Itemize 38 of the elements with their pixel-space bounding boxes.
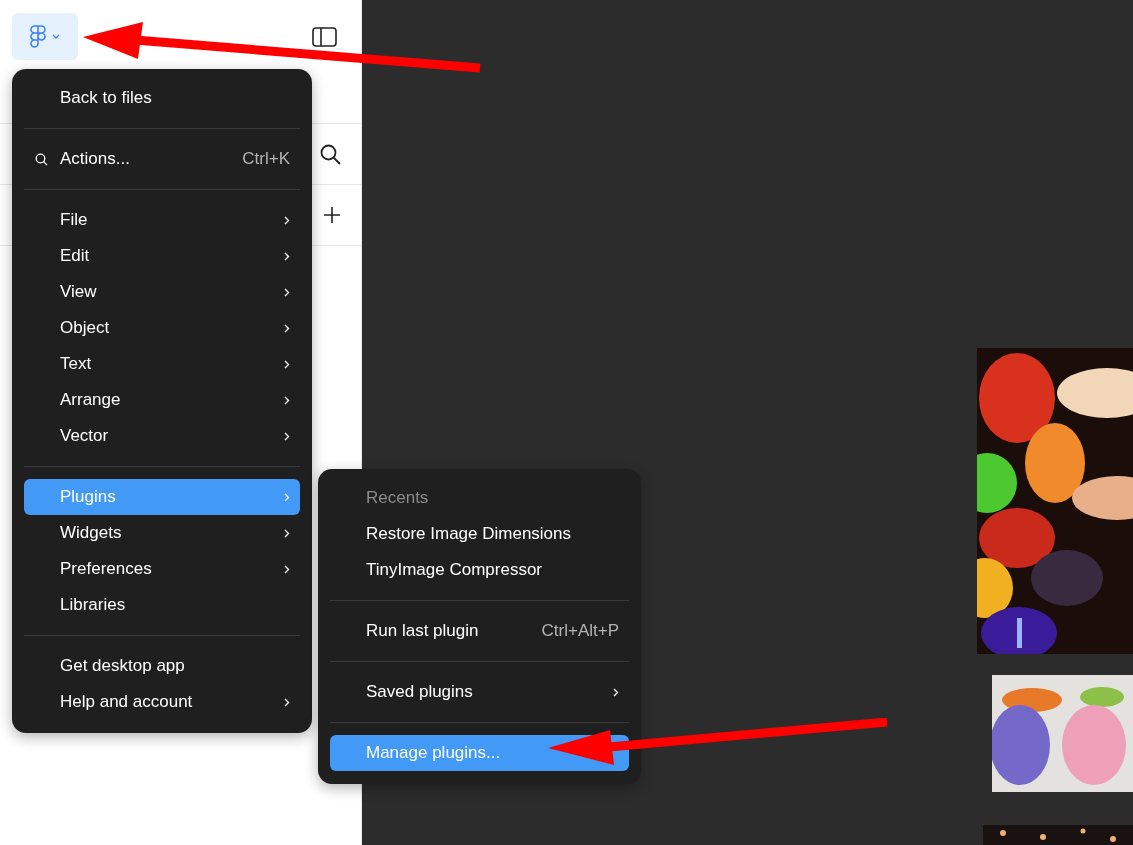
menu-item[interactable]: View <box>24 274 300 310</box>
menu-item[interactable]: Saved plugins <box>330 674 629 710</box>
menu-item[interactable]: Text <box>24 346 300 382</box>
menu-item[interactable]: Run last plugin Ctrl+Alt+P <box>330 613 629 649</box>
menu-item[interactable]: Get desktop app <box>24 648 300 684</box>
menu-item[interactable]: Object <box>24 310 300 346</box>
menu-item[interactable]: Widgets <box>24 515 300 551</box>
caret-icon <box>52 34 60 39</box>
chevron-right-icon <box>284 287 290 297</box>
menu-item[interactable]: Preferences <box>24 551 300 587</box>
chevron-right-icon <box>284 697 290 707</box>
menu-item[interactable]: Restore Image Dimensions <box>330 516 629 552</box>
chevron-right-icon <box>284 395 290 405</box>
chevron-right-icon <box>284 492 290 502</box>
chevron-right-icon <box>284 251 290 261</box>
menu-item[interactable]: Vector <box>24 418 300 454</box>
chevron-right-icon <box>284 359 290 369</box>
menu-item[interactable]: Libraries <box>24 587 300 623</box>
menu-item[interactable]: Help and account <box>24 684 300 720</box>
menu-item[interactable]: Actions... Ctrl+K <box>24 141 300 177</box>
sidebar-toggle-icon[interactable] <box>312 27 337 47</box>
menu-item[interactable]: Arrange <box>24 382 300 418</box>
plus-icon[interactable] <box>323 206 341 224</box>
logo-icon <box>30 24 46 49</box>
menu-item[interactable]: Back to files <box>24 80 300 116</box>
search-icon <box>35 153 48 166</box>
chevron-right-icon <box>284 564 290 574</box>
section-heading: Recents <box>365 487 430 509</box>
chevron-right-icon <box>284 215 290 225</box>
menu-item[interactable]: File <box>24 202 300 238</box>
search-icon[interactable] <box>320 143 341 165</box>
chevron-right-icon <box>284 431 290 441</box>
chevron-right-icon <box>284 323 290 333</box>
menu-item[interactable]: Edit <box>24 238 300 274</box>
logo-menu-button[interactable] <box>12 13 78 60</box>
menu-item[interactable]: TinyImage Compressor <box>330 552 629 588</box>
chevron-right-icon <box>613 687 619 697</box>
chevron-right-icon <box>284 528 290 538</box>
